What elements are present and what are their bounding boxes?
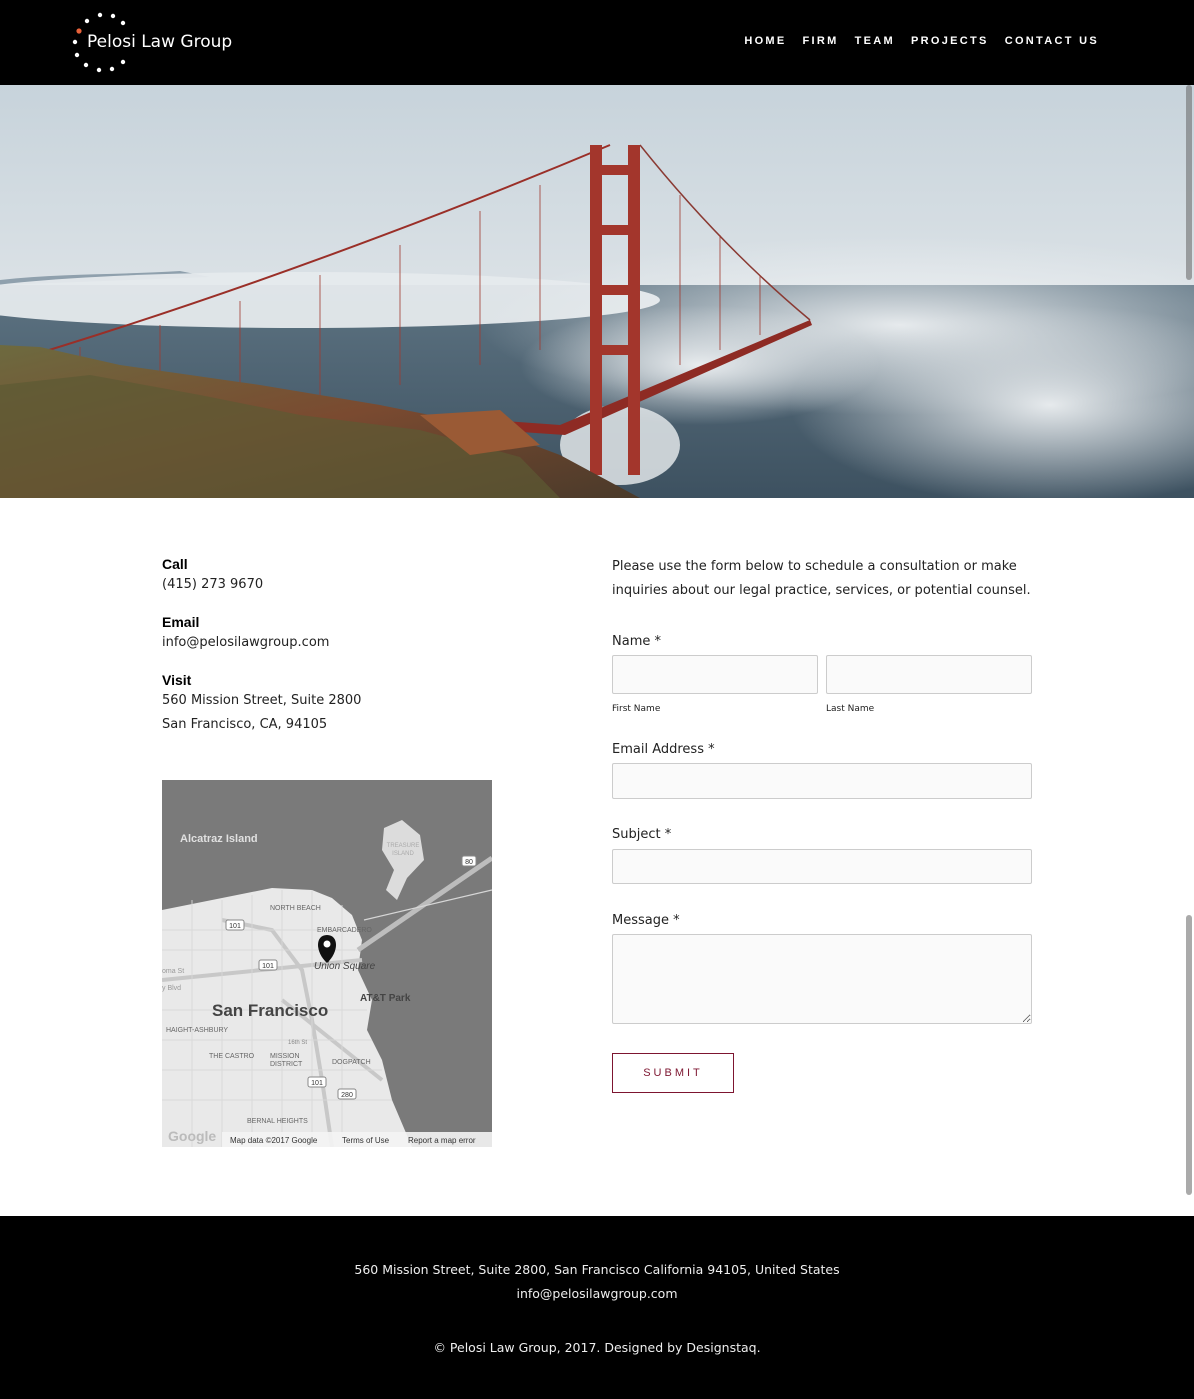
map-road-101-central: 101 xyxy=(262,963,274,970)
last-name-label: Last Name xyxy=(826,704,875,714)
last-name-input[interactable] xyxy=(826,655,1032,694)
contact-form: Please use the form below to schedule a … xyxy=(612,555,1032,603)
hero-image xyxy=(0,85,1194,498)
map-label-partial-soma: oma St xyxy=(162,968,184,975)
main-nav: HOME FIRM TEAM PROJECTS CONTACT US xyxy=(728,35,1099,47)
visit-heading: Visit xyxy=(162,672,192,688)
site-header: Pelosi Law Group HOME FIRM TEAM PROJECTS… xyxy=(0,0,1194,85)
map-road-280: 280 xyxy=(341,1092,353,1099)
address-line-2: San Francisco, CA, 94105 xyxy=(162,717,328,732)
nav-home[interactable]: HOME xyxy=(744,35,786,47)
map-road-101-south: 101 xyxy=(311,1080,323,1087)
call-heading: Call xyxy=(162,556,188,572)
contact-info: Call (415) 273 9670 Email info@pelosilaw… xyxy=(162,555,502,753)
google-logo[interactable]: Google xyxy=(168,1128,216,1144)
logo-link[interactable]: Pelosi Law Group xyxy=(70,10,240,76)
first-name-label: First Name xyxy=(612,704,661,714)
email-address-input[interactable] xyxy=(612,763,1032,799)
subject-label: Subject * xyxy=(612,827,672,842)
map-label-union-square: Union Square xyxy=(314,961,376,972)
subject-input[interactable] xyxy=(612,849,1032,884)
map-label-castro: THE CASTRO xyxy=(209,1053,255,1060)
nav-projects[interactable]: PROJECTS xyxy=(911,35,989,47)
address-line-1: 560 Mission Street, Suite 2800 xyxy=(162,693,362,708)
map-road-101-north: 101 xyxy=(229,923,241,930)
message-textarea[interactable] xyxy=(612,934,1032,1024)
map-label-treasure-1: TREASURE xyxy=(387,843,420,849)
map-label-mission-1: MISSION xyxy=(270,1053,300,1060)
map-label-mission-2: DISTRICT xyxy=(270,1061,303,1068)
google-map[interactable]: 101 101 101 280 80 Alcatraz Island TREAS… xyxy=(162,780,492,1147)
name-label: Name * xyxy=(612,634,661,649)
map-label-san-francisco: San Francisco xyxy=(212,1001,328,1020)
scrollbar-thumb[interactable] xyxy=(1186,915,1192,1195)
email-link[interactable]: info@pelosilawgroup.com xyxy=(162,631,502,655)
map-label-haight: HAIGHT-ASHBURY xyxy=(166,1027,228,1034)
logo-text: Pelosi Law Group xyxy=(87,32,233,52)
email-address-label: Email Address * xyxy=(612,742,715,757)
phone-number[interactable]: (415) 273 9670 xyxy=(162,573,502,597)
map-terms-link[interactable]: Terms of Use xyxy=(342,1136,390,1145)
site-footer: 560 Mission Street, Suite 2800, San Fran… xyxy=(0,1216,1194,1399)
map-report-error-link[interactable]: Report a map error xyxy=(408,1136,476,1145)
map-label-bernal: BERNAL HEIGHTS xyxy=(247,1118,308,1125)
map-label-dogpatch: DOGPATCH xyxy=(332,1059,371,1066)
footer-address: 560 Mission Street, Suite 2800, San Fran… xyxy=(354,1262,840,1277)
message-label: Message * xyxy=(612,913,680,928)
form-intro: Please use the form below to schedule a … xyxy=(612,559,1031,598)
map-label-embarcadero: EMBARCADERO xyxy=(317,927,372,934)
map-road-80: 80 xyxy=(465,859,473,866)
scrollbar-thumb-top[interactable] xyxy=(1186,85,1192,280)
first-name-input[interactable] xyxy=(612,655,818,694)
page-scrollbar[interactable] xyxy=(1182,85,1194,1399)
footer-copyright: © Pelosi Law Group, 2017. Designed by De… xyxy=(433,1340,761,1355)
map-label-att-park: AT&T Park xyxy=(360,993,411,1004)
map-label-treasure-2: ISLAND xyxy=(392,851,414,857)
map-label-16th: 16th St xyxy=(288,1040,307,1046)
email-heading: Email xyxy=(162,614,200,630)
map-label-north-beach: NORTH BEACH xyxy=(270,905,321,912)
map-label-partial-blvd: y Blvd xyxy=(162,985,181,992)
map-label-alcatraz: Alcatraz Island xyxy=(180,833,258,845)
map-data-attribution: Map data ©2017 Google xyxy=(230,1136,318,1145)
nav-contact-us[interactable]: CONTACT US xyxy=(1005,35,1099,47)
footer-email[interactable]: info@pelosilawgroup.com xyxy=(0,1286,1194,1301)
submit-button[interactable]: SUBMIT xyxy=(612,1053,734,1093)
nav-firm[interactable]: FIRM xyxy=(803,35,839,47)
nav-team[interactable]: TEAM xyxy=(855,35,895,47)
